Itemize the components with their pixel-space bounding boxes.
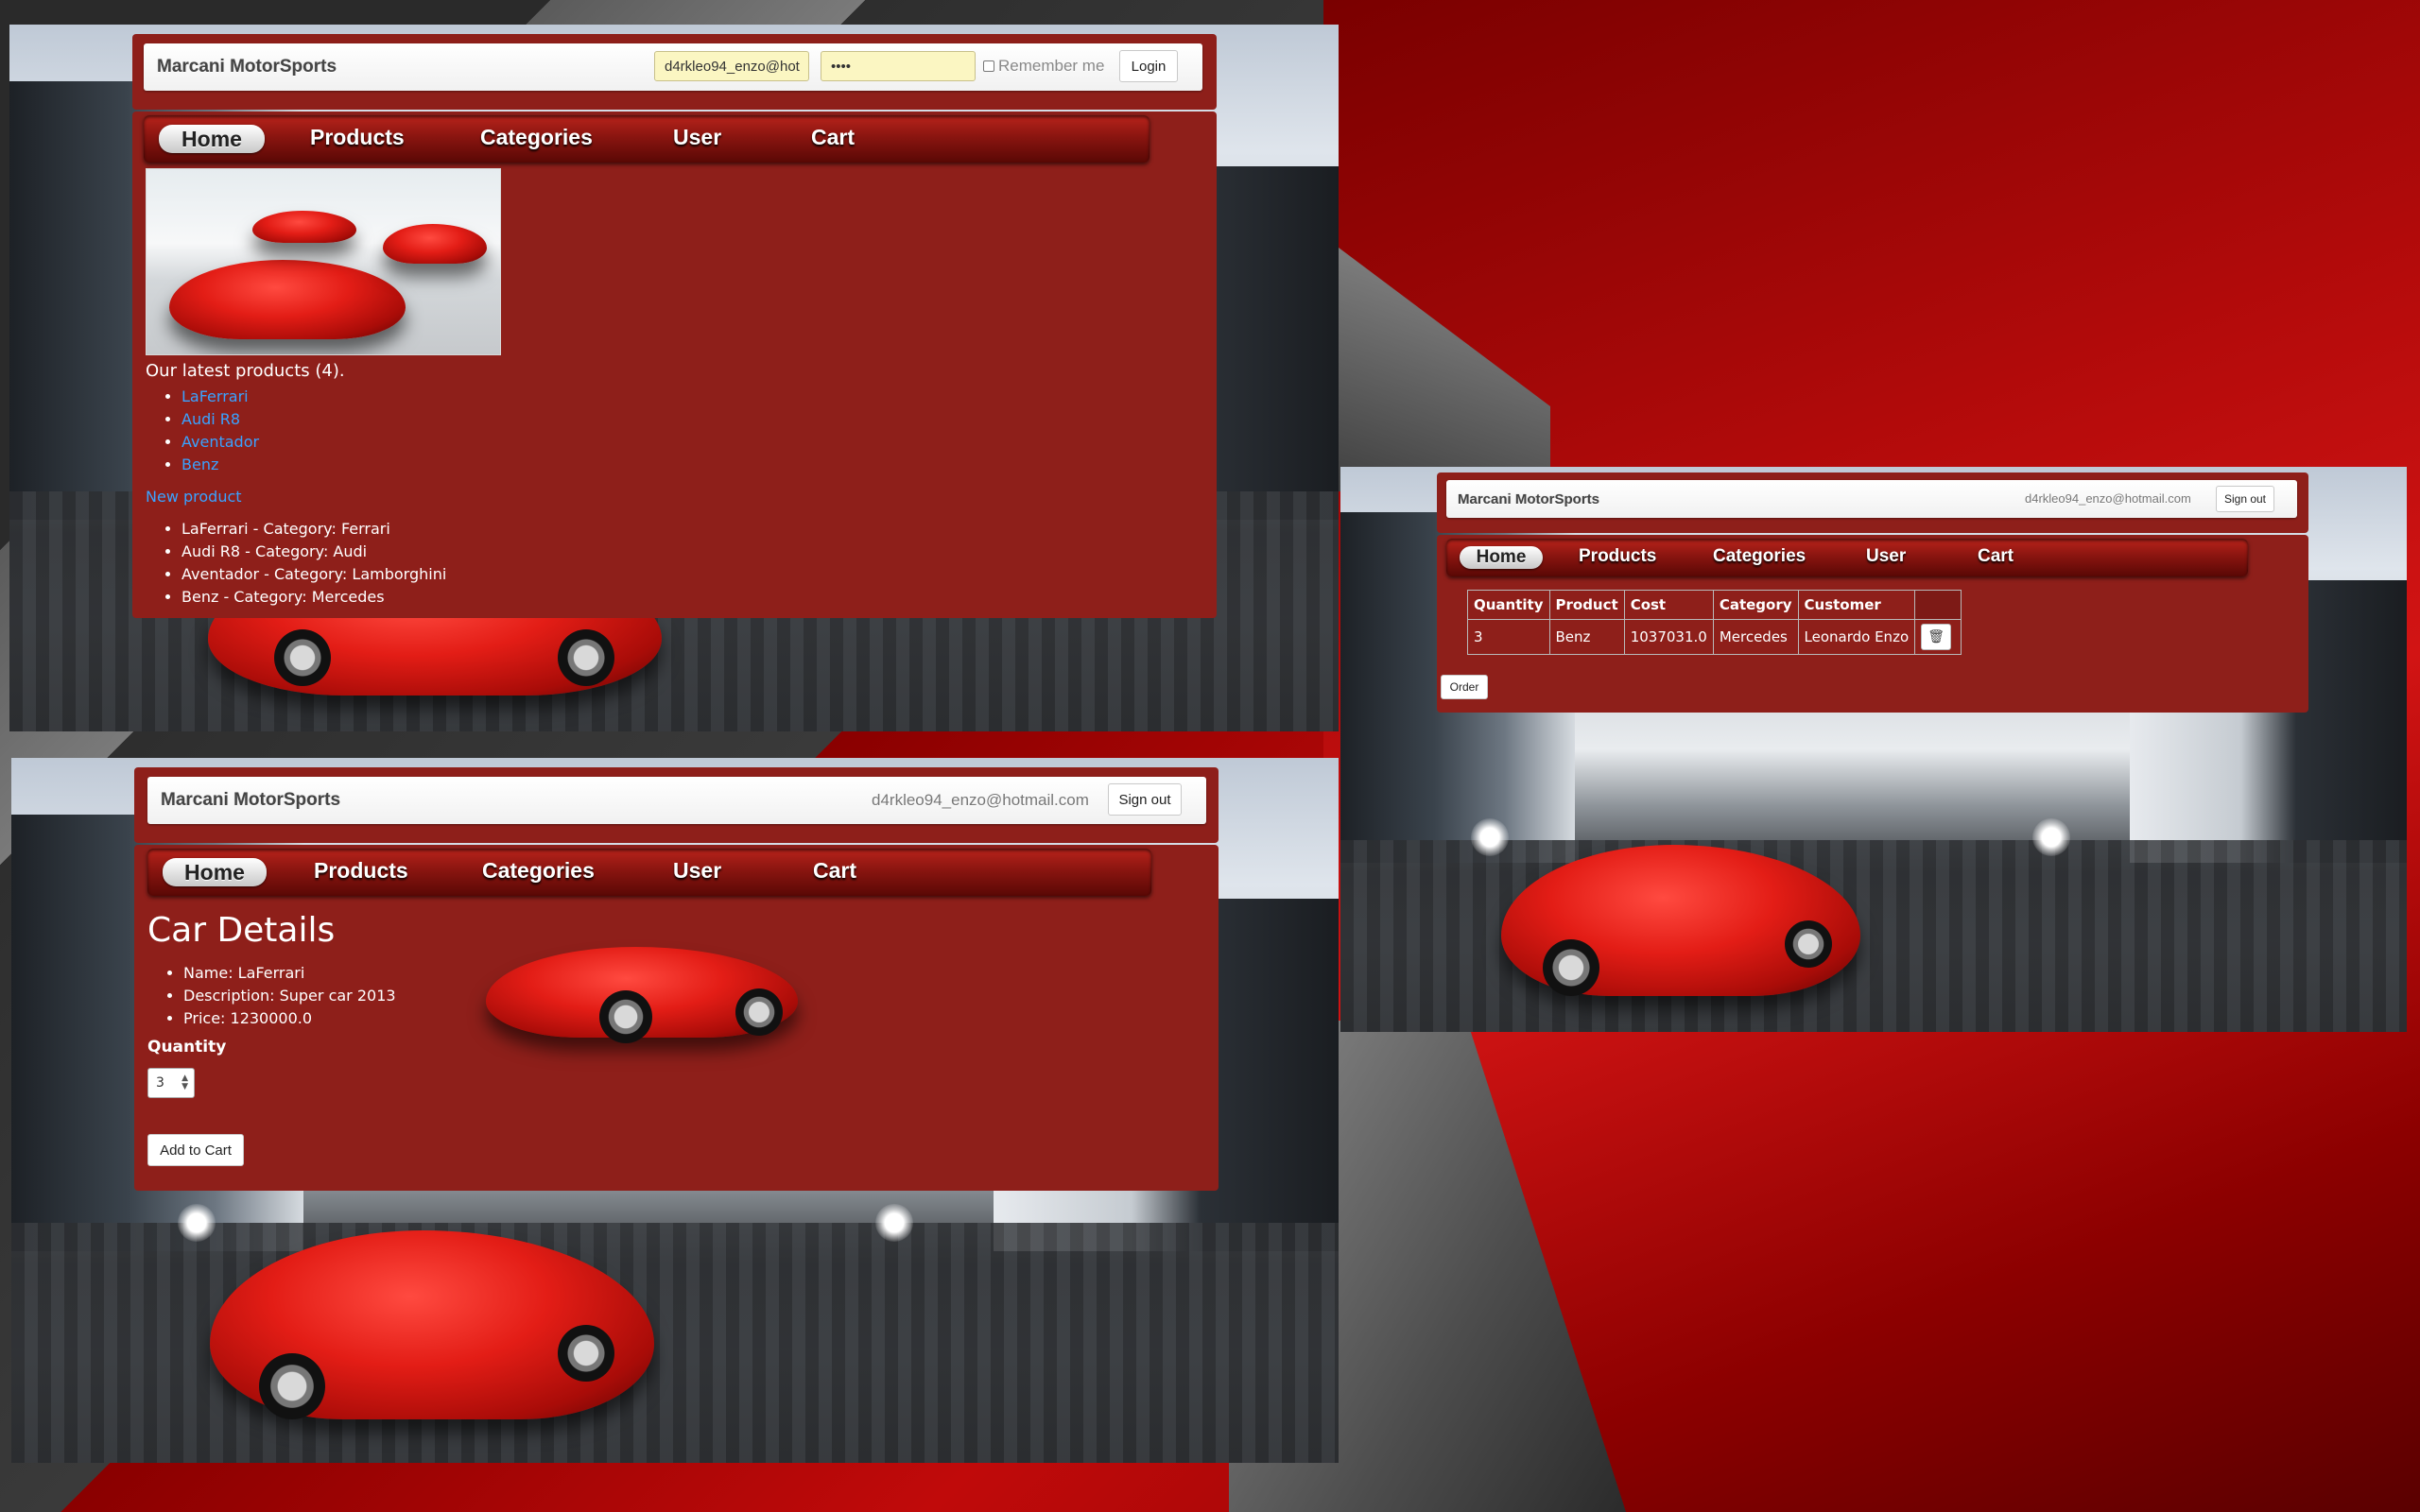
cart-table: Quantity Product Cost Category Customer … xyxy=(1467,590,1962,655)
nav-user[interactable]: User xyxy=(673,858,721,884)
car-description: Description: Super car 2013 xyxy=(183,985,396,1007)
quantity-label: Quantity xyxy=(147,1038,227,1057)
column-header: Product xyxy=(1548,590,1625,620)
table-header-row: Quantity Product Cost Category Customer xyxy=(1467,590,1962,620)
cell-product: Benz xyxy=(1548,619,1625,655)
signed-in-email: d4rkleo94_enzo@hotmail.com xyxy=(2025,491,2191,506)
list-item: Benz - Category: Mercedes xyxy=(182,586,446,609)
main-nav: Home Products Categories User Cart xyxy=(1446,539,2248,576)
content-panel: Home Products Categories User Cart Car D… xyxy=(134,845,1219,1191)
remember-label: Remember me xyxy=(998,57,1105,75)
brand-title[interactable]: Marcani MotorSports xyxy=(161,790,340,811)
spinner-arrows-icon[interactable]: ▲ ▼ xyxy=(182,1074,188,1091)
column-header: Quantity xyxy=(1467,590,1550,620)
car-details-screenshot: Marcani MotorSports d4rkleo94_enzo@hotma… xyxy=(11,758,1339,1463)
sign-out-button[interactable]: Sign out xyxy=(2216,486,2274,512)
quantity-stepper[interactable]: 3 ▲ ▼ xyxy=(147,1068,195,1098)
car-name: Name: LaFerrari xyxy=(183,962,396,985)
list-item: Audi R8 - Category: Audi xyxy=(182,541,446,563)
table-row: 3 Benz 1037031.0 Mercedes Leonardo Enzo … xyxy=(1467,619,1962,655)
column-header: Cost xyxy=(1623,590,1714,620)
nav-products[interactable]: Products xyxy=(310,125,405,150)
nav-categories[interactable]: Categories xyxy=(482,858,595,884)
quantity-value: 3 xyxy=(156,1075,164,1091)
nav-categories[interactable]: Categories xyxy=(1713,546,1806,567)
nav-products[interactable]: Products xyxy=(1579,546,1656,567)
sign-out-button[interactable]: Sign out xyxy=(1108,783,1182,816)
new-product-link[interactable]: New product xyxy=(146,488,242,506)
header-bar: Marcani MotorSports d4rkleo94_enzo@hotma… xyxy=(1437,472,2308,533)
latest-products-list: LaFerrari Audi R8 Aventador Benz xyxy=(146,386,259,476)
car-details-list: Name: LaFerrari Description: Super car 2… xyxy=(147,962,396,1030)
nav-cart[interactable]: Cart xyxy=(1978,546,2014,567)
trash-icon[interactable]: 🗑 xyxy=(1921,624,1952,650)
password-field[interactable]: •••• xyxy=(821,51,976,81)
nav-home[interactable]: Home xyxy=(163,858,267,886)
header-bar: Marcani MotorSports d4rkleo94_enzo@hotma… xyxy=(134,767,1219,843)
column-header xyxy=(1914,590,1962,620)
cell-customer: Leonardo Enzo xyxy=(1797,619,1916,655)
nav-user[interactable]: User xyxy=(673,125,721,150)
cell-category: Mercedes xyxy=(1712,619,1799,655)
laferrari-image xyxy=(480,936,802,1049)
nav-home[interactable]: Home xyxy=(1460,546,1543,569)
product-link[interactable]: Aventador xyxy=(182,433,259,451)
content-panel: Home Products Categories User Cart Our l… xyxy=(132,112,1217,618)
brand-title[interactable]: Marcani MotorSports xyxy=(1458,491,1599,507)
cell-quantity: 3 xyxy=(1467,619,1550,655)
signed-in-email: d4rkleo94_enzo@hotmail.com xyxy=(872,791,1089,809)
header-inner: Marcani MotorSports d4rkleo94_enzo@hotma… xyxy=(147,777,1206,824)
column-header: Customer xyxy=(1797,590,1916,620)
main-nav: Home Products Categories User Cart xyxy=(144,115,1150,163)
remember-checkbox[interactable] xyxy=(983,60,994,72)
nav-categories[interactable]: Categories xyxy=(480,125,593,150)
nav-user[interactable]: User xyxy=(1866,546,1906,567)
list-item[interactable]: Audi R8 xyxy=(182,408,259,431)
order-button[interactable]: Order xyxy=(1441,675,1488,699)
header-inner: Marcani MotorSports d4rkleo94_enzo@hotma… xyxy=(1446,480,2297,518)
page-title: Car Details xyxy=(147,911,336,950)
brand-title[interactable]: Marcani MotorSports xyxy=(157,57,337,77)
product-link[interactable]: LaFerrari xyxy=(182,387,249,405)
car-price: Price: 1230000.0 xyxy=(183,1007,396,1030)
nav-cart[interactable]: Cart xyxy=(811,125,855,150)
content-panel: Home Products Categories User Cart Quant… xyxy=(1437,535,2308,713)
showroom-image xyxy=(146,168,501,355)
main-nav: Home Products Categories User Cart xyxy=(147,849,1151,896)
nav-home[interactable]: Home xyxy=(159,125,265,153)
list-item[interactable]: Aventador xyxy=(182,431,259,454)
nav-cart[interactable]: Cart xyxy=(813,858,856,884)
cart-screenshot: Marcani MotorSports d4rkleo94_enzo@hotma… xyxy=(1340,467,2407,1032)
list-item: Aventador - Category: Lamborghini xyxy=(182,563,446,586)
column-header: Category xyxy=(1712,590,1799,620)
list-item[interactable]: LaFerrari xyxy=(182,386,259,408)
latest-products-heading: Our latest products (4). xyxy=(146,361,345,381)
list-item[interactable]: Benz xyxy=(182,454,259,476)
nav-products[interactable]: Products xyxy=(314,858,408,884)
cell-cost: 1037031.0 xyxy=(1623,619,1714,655)
login-button[interactable]: Login xyxy=(1119,50,1178,82)
email-field[interactable]: d4rkleo94_enzo@hot xyxy=(654,51,809,81)
header-inner: Marcani MotorSports d4rkleo94_enzo@hot •… xyxy=(144,43,1202,91)
product-link[interactable]: Benz xyxy=(182,455,218,473)
product-category-list: LaFerrari - Category: Ferrari Audi R8 - … xyxy=(146,518,446,609)
list-item: LaFerrari - Category: Ferrari xyxy=(182,518,446,541)
cell-actions: 🗑 xyxy=(1914,619,1962,655)
home-page-screenshot: Marcani MotorSports d4rkleo94_enzo@hot •… xyxy=(9,25,1339,731)
product-link[interactable]: Audi R8 xyxy=(182,410,240,428)
header-bar: Marcani MotorSports d4rkleo94_enzo@hot •… xyxy=(132,34,1217,110)
add-to-cart-button[interactable]: Add to Cart xyxy=(147,1134,244,1166)
